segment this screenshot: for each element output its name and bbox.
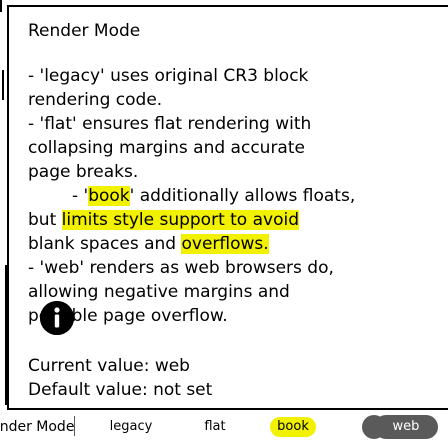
- popup-title: Render Mode: [28, 21, 141, 41]
- mode-bar-label: Render Mode: [0, 419, 75, 435]
- description-line: - 'flat' ensures flat rendering with: [28, 114, 312, 134]
- popup-description: - 'legacy' uses original CR3 block rende…: [28, 64, 438, 328]
- background-fragment: [2, 70, 4, 100]
- description-line-blank: blank spaces and overflows.: [28, 234, 269, 254]
- highlight-book: book: [88, 186, 130, 206]
- current-value: Current value: web: [28, 356, 190, 376]
- background-fragment: [0, 0, 2, 12]
- description-line: - 'web' renders as web browsers do,: [28, 258, 334, 278]
- option-flat[interactable]: flat: [197, 417, 233, 437]
- description-line: page breaks.: [28, 162, 139, 182]
- option-legacy[interactable]: legacy: [105, 417, 157, 437]
- render-mode-popup: Render Mode - 'legacy' uses original CR3…: [7, 5, 448, 410]
- description-line: collapsing margins and accurate: [28, 138, 305, 158]
- render-mode-bar: Render Mode legacy flat book web: [0, 410, 448, 444]
- default-value: Default value: not set: [28, 380, 213, 400]
- description-line: - 'legacy' uses original CR3 block: [28, 66, 309, 86]
- description-line: rendering code.: [28, 90, 163, 110]
- highlight-overflows: overflows.: [181, 234, 269, 254]
- description-line: allowing negative margins and: [28, 282, 290, 302]
- highlight-limits: limits style support to avoid: [61, 210, 300, 230]
- info-icon: [40, 301, 74, 335]
- option-web[interactable]: web: [374, 415, 438, 439]
- description-line-book: - 'book' additionally allows floats,: [72, 186, 356, 206]
- option-book[interactable]: book: [270, 417, 316, 437]
- divider: [74, 416, 75, 436]
- description-line-limits: but limits style support to avoid: [28, 210, 300, 230]
- description-line: possible page overflow.: [28, 306, 228, 326]
